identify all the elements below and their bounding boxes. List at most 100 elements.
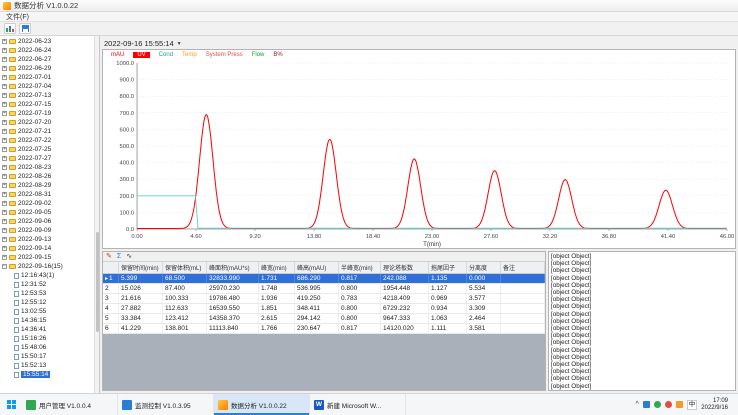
expander-icon[interactable] (2, 84, 7, 89)
expander-icon[interactable] (2, 102, 7, 107)
tree-item[interactable]: 2022-09-15 (0, 253, 94, 262)
expander-icon[interactable] (2, 255, 7, 260)
tree-item[interactable]: 2022-06-24 (0, 46, 94, 55)
tree-item[interactable]: 2022-07-04 (0, 82, 94, 91)
expander-icon[interactable] (2, 120, 7, 125)
legend-item-system-press[interactable]: System Press (206, 52, 243, 58)
legend-item-temp[interactable]: Temp (182, 52, 197, 58)
expander-icon[interactable] (2, 138, 7, 143)
tree-item[interactable]: 15:48:06 (0, 343, 94, 352)
tree-item[interactable]: 2022-09-14 (0, 244, 94, 253)
taskbar-app[interactable]: 数据分析 V1.0.0.22 (214, 394, 310, 415)
sum-icon[interactable]: Σ (117, 253, 121, 261)
expander-icon[interactable] (2, 156, 7, 161)
expander-icon[interactable] (2, 129, 7, 134)
ime-indicator[interactable]: 中 (687, 400, 698, 410)
col-tailing-factor[interactable]: 拖尾因子 (429, 262, 467, 273)
tree-item[interactable]: 15:52:13 (0, 361, 94, 370)
tree-item[interactable]: 2022-07-19 (0, 109, 94, 118)
expander-icon[interactable] (2, 237, 7, 242)
tree-item[interactable]: 2022-09-05 (0, 208, 94, 217)
legend-item-flow[interactable]: Flow (252, 52, 265, 58)
tree-item[interactable]: 2022-09-16(15) (0, 262, 94, 271)
expander-icon[interactable] (2, 246, 7, 251)
tree-item[interactable]: 2022-08-23 (0, 163, 94, 172)
table-row[interactable]: 2 15.026 87.400 25970.230 1.748 536.995 … (103, 284, 545, 294)
expander-icon[interactable] (2, 228, 7, 233)
tree-item[interactable]: 2022-06-27 (0, 55, 94, 64)
tree-item[interactable]: 2022-07-22 (0, 136, 94, 145)
start-button[interactable] (0, 394, 22, 415)
tree-item[interactable]: 12:31:52 (0, 280, 94, 289)
tree-item[interactable]: 2022-08-26 (0, 172, 94, 181)
expander-icon[interactable] (2, 111, 7, 116)
col-note[interactable]: 备注 (501, 262, 545, 273)
run-header[interactable]: 2022-09-16 15:55:14 ▼ (102, 38, 736, 49)
tree-item[interactable]: 2022-09-13 (0, 235, 94, 244)
expander-icon[interactable] (2, 183, 7, 188)
baseline-icon[interactable]: ∿ (126, 253, 132, 261)
tree-item[interactable]: 2022-09-06 (0, 217, 94, 226)
chevron-down-icon[interactable]: ▼ (177, 41, 182, 47)
tray-app-icon[interactable] (676, 401, 683, 408)
sidebar-scrollbar[interactable] (94, 36, 99, 393)
tree-item[interactable]: 12:53:53 (0, 289, 94, 298)
export-button[interactable] (19, 23, 31, 34)
tray-app-icon[interactable] (654, 401, 661, 408)
manual-integration-icon[interactable]: ✎ (106, 253, 112, 261)
expander-icon[interactable] (2, 48, 7, 53)
tree-item[interactable]: 15:50:17 (0, 352, 94, 361)
col-half-width[interactable]: 半峰宽(min) (339, 262, 381, 273)
tray-expand-icon[interactable]: ^ (636, 401, 639, 408)
tree-item[interactable]: 2022-07-13 (0, 91, 94, 100)
tree-item[interactable]: 2022-09-09 (0, 226, 94, 235)
col-peak-width[interactable]: 峰宽(min) (259, 262, 295, 273)
tree-item[interactable]: 2022-07-21 (0, 127, 94, 136)
col-peak-area[interactable]: 峰面积(mAU*s) (207, 262, 259, 273)
chart-canvas[interactable]: 1000.0900.0800.0700.0600.0500.0400.0300.… (103, 50, 735, 248)
legend-item-uv[interactable]: UV (133, 52, 149, 58)
col-theoretical-plates[interactable]: 理论塔板数 (381, 262, 429, 273)
tree-item[interactable]: 2022-08-29 (0, 181, 94, 190)
tray-app-icon[interactable] (643, 401, 650, 408)
expander-icon[interactable] (2, 66, 7, 71)
tree-item[interactable]: 12:16:43(1) (0, 271, 94, 280)
table-row[interactable]: 3 21.616 100.333 19786.480 1.936 419.250… (103, 294, 545, 304)
tree-item[interactable]: 2022-07-27 (0, 154, 94, 163)
tree-item[interactable]: 14:36:15 (0, 316, 94, 325)
table-row[interactable]: 6 41.229 138.801 11113.840 1.766 230.647… (103, 324, 545, 334)
col-peak-height[interactable]: 峰高(mAU) (295, 262, 339, 273)
expander-icon[interactable] (2, 75, 7, 80)
col-retention-volume[interactable]: 保留体积(mL) (163, 262, 207, 273)
table-row[interactable]: 4 27.882 112.633 16539.550 1.851 348.411… (103, 304, 545, 314)
tree-item[interactable]: 13:02:55 (0, 307, 94, 316)
expander-icon[interactable] (2, 93, 7, 98)
expander-icon[interactable] (2, 174, 7, 179)
tree-item[interactable]: 12:55:12 (0, 298, 94, 307)
tree-item[interactable]: 14:36:41 (0, 325, 94, 334)
col-retention-time[interactable]: 保留时间(min) (119, 262, 163, 273)
tree-item[interactable]: 2022-06-23 (0, 37, 94, 46)
legend-item-cond[interactable]: Cond (159, 52, 173, 58)
tree-item[interactable]: 2022-06-29 (0, 64, 94, 73)
expander-icon[interactable] (2, 57, 7, 62)
tree-item[interactable]: 15:16:26 (0, 334, 94, 343)
expander-icon[interactable] (2, 192, 7, 197)
tree-item[interactable]: 2022-07-20 (0, 118, 94, 127)
scrollbar-thumb[interactable] (96, 232, 99, 332)
table-row[interactable]: 1 5.399 68.500 32833.990 1.731 686.290 0… (103, 274, 545, 284)
tree-item[interactable]: 2022-07-15 (0, 100, 94, 109)
tree-item[interactable]: 2022-07-01 (0, 73, 94, 82)
taskbar-app[interactable]: 用户管理 V1.0.0.4 (22, 394, 118, 415)
expander-icon[interactable] (2, 264, 7, 269)
table-row[interactable]: 5 33.384 123.412 14358.370 2.615 294.142… (103, 314, 545, 324)
expander-icon[interactable] (2, 165, 7, 170)
taskbar-app[interactable]: W 新建 Microsoft W... (310, 394, 406, 415)
tree-item[interactable]: 2022-08-31 (0, 190, 94, 199)
menu-file[interactable]: 文件(F) (3, 12, 32, 22)
expander-icon[interactable] (2, 201, 7, 206)
expander-icon[interactable] (2, 219, 7, 224)
tree-item[interactable]: 15:55:14 (0, 370, 94, 379)
expander-icon[interactable] (2, 39, 7, 44)
expander-icon[interactable] (2, 147, 7, 152)
